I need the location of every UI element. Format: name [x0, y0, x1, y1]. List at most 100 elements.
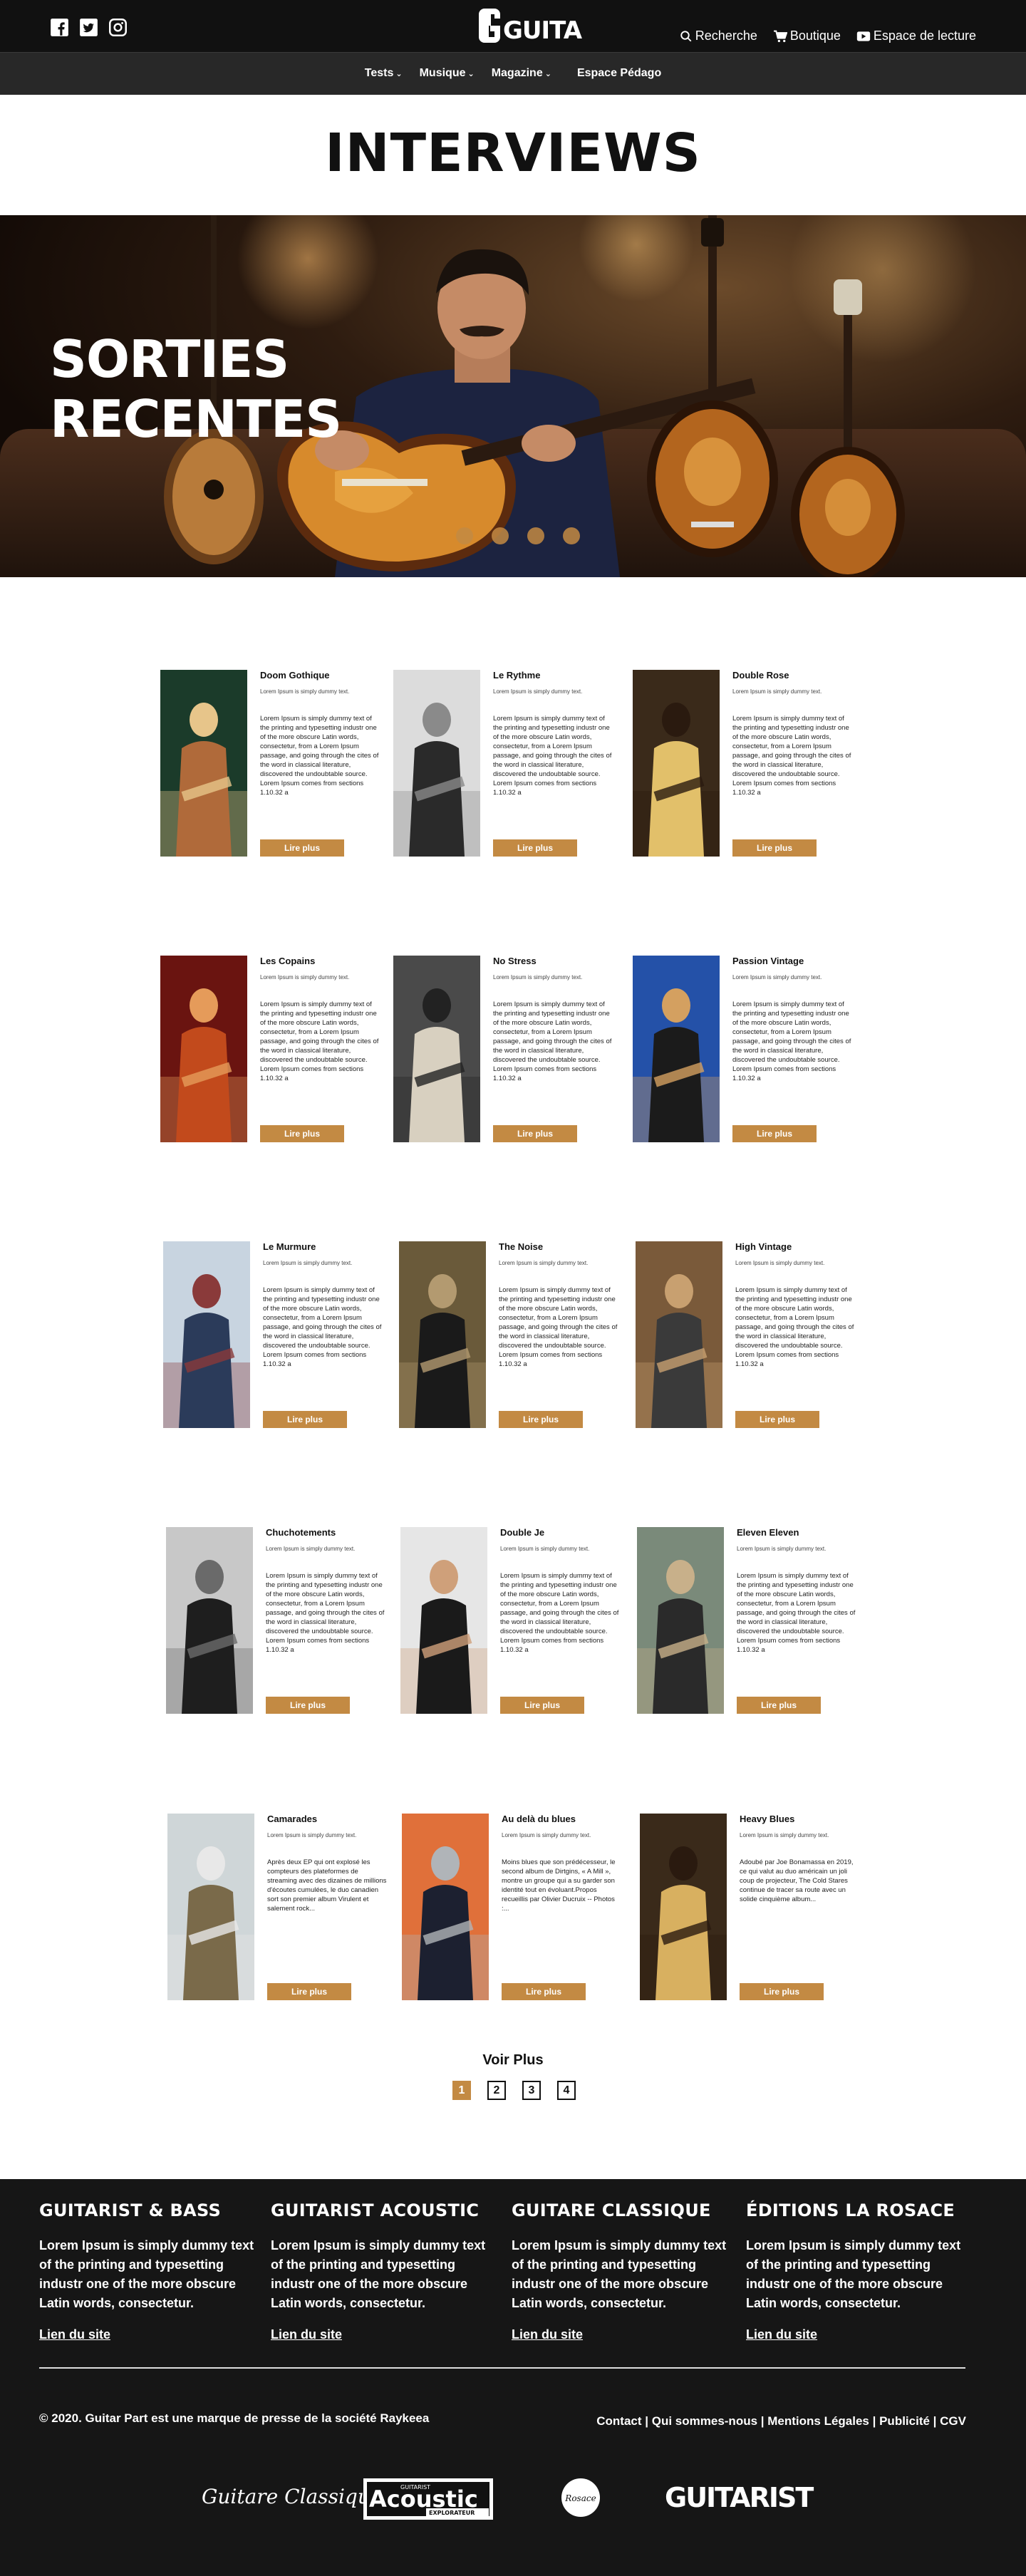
- copyright: © 2020. Guitar Part est une marque de pr…: [39, 2411, 430, 2425]
- instagram-icon[interactable]: [108, 18, 128, 37]
- footer-site-link[interactable]: Lien du site: [271, 2327, 342, 2342]
- voir-plus-link[interactable]: Voir Plus: [0, 2052, 1026, 2069]
- facebook-icon[interactable]: [50, 18, 69, 37]
- nav-item-musique[interactable]: Musique ⌄: [420, 67, 475, 80]
- interview-title[interactable]: Double Rose: [732, 670, 789, 681]
- twitter-icon[interactable]: [79, 18, 98, 37]
- interview-thumbnail[interactable]: [167, 1814, 254, 2000]
- interview-title[interactable]: Les Copains: [260, 956, 315, 966]
- interview-thumbnail[interactable]: [400, 1527, 487, 1714]
- brand-guitare-classique[interactable]: Guitare Classique: [202, 2485, 382, 2508]
- footer: GUITARIST & BASS Lorem Ipsum is simply d…: [0, 2179, 1026, 2576]
- read-more-button[interactable]: Lire plus: [260, 839, 344, 857]
- interview-thumbnail[interactable]: [402, 1814, 489, 2000]
- interview-card: Doom Gothique Lorem Ipsum is simply dummy…: [160, 670, 381, 857]
- interview-card: Camarades Lorem Ipsum is simply dummy tex…: [167, 1814, 388, 2000]
- logo-wordmark: GUITAR PART: [503, 16, 583, 45]
- carousel-dot[interactable]: [456, 527, 473, 544]
- interview-excerpt: Lorem Ipsum is simply dummy text of the …: [266, 1572, 385, 1654]
- interview-title[interactable]: Chuchotements: [266, 1527, 336, 1538]
- interview-title[interactable]: Camarades: [267, 1814, 317, 1824]
- page-button[interactable]: 3: [522, 2081, 541, 2100]
- interview-title[interactable]: High Vintage: [735, 1241, 792, 1252]
- nav-item-magazine[interactable]: Magazine ⌄: [492, 67, 551, 80]
- footer-column: GUITARIST ACOUSTIC Lorem Ipsum is simply…: [271, 2200, 492, 2342]
- interview-title[interactable]: Le Rythme: [493, 670, 540, 681]
- interview-thumbnail[interactable]: [163, 1241, 250, 1428]
- interview-title[interactable]: Eleven Eleven: [737, 1527, 799, 1538]
- interview-thumbnail[interactable]: [637, 1527, 724, 1714]
- interview-card: High Vintage Lorem Ipsum is simply dummy …: [636, 1241, 856, 1428]
- interview-thumbnail[interactable]: [166, 1527, 253, 1714]
- interview-thumbnail[interactable]: [640, 1814, 727, 2000]
- main-nav: Tests ⌄ Musique ⌄ Magazine ⌄ Espace Pédago: [0, 52, 1026, 95]
- brand-rosace[interactable]: Rosace: [561, 2478, 600, 2517]
- interview-thumbnail[interactable]: [393, 670, 480, 857]
- footer-link-ads[interactable]: Publicité: [879, 2414, 930, 2428]
- interview-title[interactable]: No Stress: [493, 956, 537, 966]
- read-more-button[interactable]: Lire plus: [267, 1983, 351, 2000]
- read-more-button[interactable]: Lire plus: [260, 1125, 344, 1142]
- interview-thumbnail[interactable]: [633, 956, 720, 1142]
- interview-title[interactable]: Le Murmure: [263, 1241, 316, 1252]
- footer-link-legal[interactable]: Mentions Légales: [767, 2414, 869, 2428]
- interview-thumbnail[interactable]: [633, 670, 720, 857]
- read-more-button[interactable]: Lire plus: [266, 1697, 350, 1714]
- footer-link-about[interactable]: Qui sommes-nous: [652, 2414, 757, 2428]
- interview-thumbnail[interactable]: [160, 670, 247, 857]
- footer-site-link[interactable]: Lien du site: [39, 2327, 110, 2342]
- read-more-button[interactable]: Lire plus: [500, 1697, 584, 1714]
- read-more-button[interactable]: Lire plus: [737, 1697, 821, 1714]
- carousel-dot[interactable]: [492, 527, 509, 544]
- hero-heading-line: RECENTES: [50, 389, 342, 449]
- chevron-down-icon: ⌄: [467, 69, 475, 78]
- shop-link[interactable]: Boutique: [773, 29, 841, 43]
- interview-title[interactable]: Doom Gothique: [260, 670, 330, 681]
- interview-title[interactable]: Heavy Blues: [740, 1814, 794, 1824]
- reading-space-link[interactable]: Espace de lecture: [856, 29, 976, 43]
- footer-link-contact[interactable]: Contact: [596, 2414, 641, 2428]
- read-more-button[interactable]: Lire plus: [732, 839, 817, 857]
- footer-site-link[interactable]: Lien du site: [746, 2327, 817, 2342]
- interview-excerpt: Lorem Ipsum is simply dummy text of the …: [499, 1286, 618, 1368]
- read-more-button[interactable]: Lire plus: [499, 1411, 583, 1428]
- page-button[interactable]: 2: [487, 2081, 506, 2100]
- nav-item-tests[interactable]: Tests ⌄: [365, 67, 403, 80]
- read-more-button[interactable]: Lire plus: [493, 839, 577, 857]
- interview-card: No Stress Lorem Ipsum is simply dummy tex…: [393, 956, 614, 1142]
- read-more-button[interactable]: Lire plus: [740, 1983, 824, 2000]
- footer-column-text: Lorem Ipsum is simply dummy text of the …: [271, 2238, 486, 2310]
- footer-column-title: GUITARIST ACOUSTIC: [271, 2200, 480, 2220]
- page-button[interactable]: 1: [452, 2081, 471, 2100]
- nav-item-espace-pedago[interactable]: Espace Pédago: [577, 67, 661, 80]
- footer-link-cgv[interactable]: CGV: [940, 2414, 966, 2428]
- brand-guitarist-acoustic[interactable]: GUITARIST Acoustic EXPLORATEUR: [363, 2478, 493, 2520]
- interview-card: Les Copains Lorem Ipsum is simply dummy t…: [160, 956, 381, 1142]
- read-more-button[interactable]: Lire plus: [263, 1411, 347, 1428]
- read-more-button[interactable]: Lire plus: [735, 1411, 819, 1428]
- interview-title[interactable]: Au delà du blues: [502, 1814, 576, 1824]
- chevron-down-icon: ⌄: [395, 69, 403, 78]
- interview-card: Eleven Eleven Lorem Ipsum is simply dummy…: [637, 1527, 858, 1714]
- brand-guitarist[interactable]: GUITARIST: [665, 2482, 815, 2513]
- interview-title[interactable]: The Noise: [499, 1241, 543, 1252]
- site-logo[interactable]: GUITAR PART: [479, 6, 675, 50]
- brand-logo-text: Guitare Classique: [202, 2485, 382, 2508]
- interview-title[interactable]: Double Je: [500, 1527, 544, 1538]
- brand-logos: Guitare Classique GUITARIST Acoustic EXP…: [0, 2464, 1026, 2528]
- interview-thumbnail[interactable]: [636, 1241, 722, 1428]
- interview-title[interactable]: Passion Vintage: [732, 956, 804, 966]
- interview-thumbnail[interactable]: [160, 956, 247, 1142]
- interview-thumbnail[interactable]: [393, 956, 480, 1142]
- interview-excerpt: Moins blues que son prédécesseur, le sec…: [502, 1858, 616, 1913]
- carousel-dot[interactable]: [527, 527, 544, 544]
- read-more-button[interactable]: Lire plus: [502, 1983, 586, 2000]
- read-more-button[interactable]: Lire plus: [493, 1125, 577, 1142]
- read-more-button[interactable]: Lire plus: [732, 1125, 817, 1142]
- carousel-dot[interactable]: [563, 527, 580, 544]
- page-button[interactable]: 4: [557, 2081, 576, 2100]
- footer-site-link[interactable]: Lien du site: [512, 2327, 583, 2342]
- interview-excerpt: Adoubé par Joe Bonamassa en 2019, ce qui…: [740, 1858, 854, 1903]
- interview-thumbnail[interactable]: [399, 1241, 486, 1428]
- search-link[interactable]: Recherche: [680, 29, 757, 43]
